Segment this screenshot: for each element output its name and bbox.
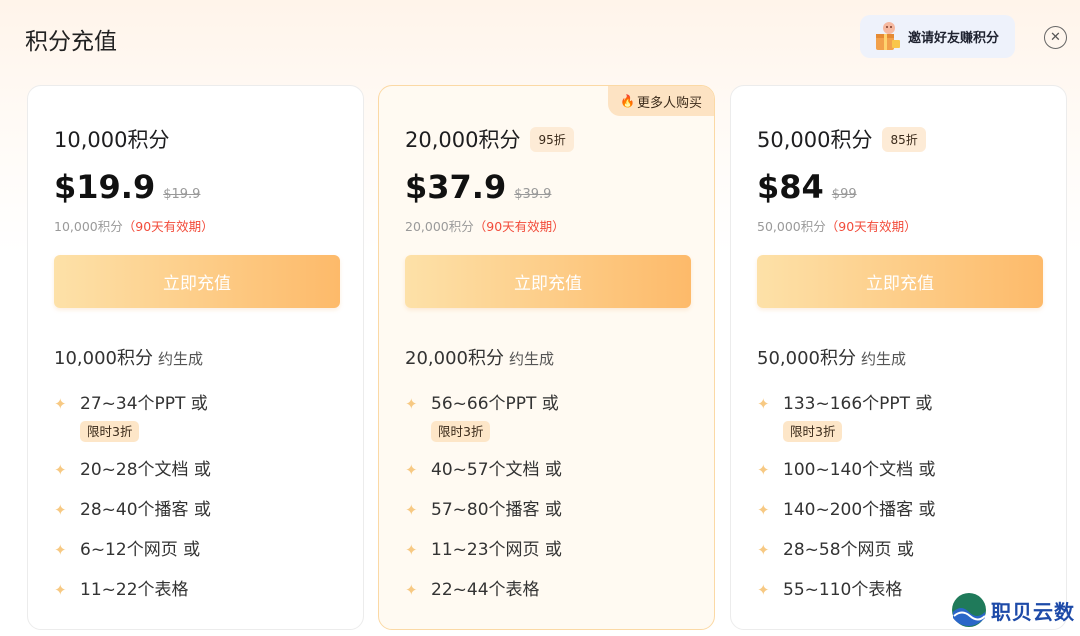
- sparkle-icon: ✦: [757, 395, 770, 413]
- plan-original-price: $19.9: [163, 187, 201, 202]
- sparkle-icon: ✦: [54, 395, 67, 413]
- list-item: ✦ 140~200个播客 或: [757, 500, 936, 520]
- list-item: ✦ 6~12个网页 或: [54, 540, 201, 560]
- recharge-button[interactable]: 立即充值: [757, 255, 1043, 308]
- plan-original-price: $39.9: [514, 187, 552, 202]
- sparkle-icon: ✦: [54, 541, 67, 559]
- popular-tag: 🔥 更多人购买: [608, 86, 714, 116]
- list-item: ✦ 28~40个播客 或: [54, 500, 211, 520]
- list-item: ✦ 57~80个播客 或: [405, 500, 562, 520]
- plan-validity: 10,000积分（90天有效期）: [54, 219, 214, 234]
- plan-card-10000: 10,000积分 $19.9 $19.9 10,000积分（90天有效期） 立即…: [27, 85, 364, 630]
- list-item: ✦ 22~44个表格: [405, 580, 540, 600]
- plan-price: $19.9: [54, 168, 156, 206]
- invite-friends-button[interactable]: 邀请好友赚积分: [860, 15, 1015, 58]
- plan-price: $37.9: [405, 168, 507, 206]
- page-title: 积分充值: [25, 29, 117, 55]
- sparkle-icon: ✦: [405, 541, 418, 559]
- limited-discount-badge: 限时3折: [80, 421, 140, 442]
- feature-list: ✦ 56~66个PPT 或 限时3折 ✦ 40~57个文档 或 ✦ 57~80个…: [405, 392, 695, 602]
- sparkle-icon: ✦: [405, 395, 418, 413]
- plan-price: $84: [757, 168, 824, 206]
- plan-points: 10,000积分: [54, 128, 170, 152]
- recharge-button[interactable]: 立即充值: [405, 255, 691, 308]
- sparkle-icon: ✦: [54, 461, 67, 479]
- plan-card-20000: 🔥 更多人购买 20,000积分 95折 $37.9 $39.9 20,000积…: [378, 85, 715, 630]
- sparkle-icon: ✦: [54, 501, 67, 519]
- list-item: ✦ 11~23个网页 或: [405, 540, 562, 560]
- close-button[interactable]: ✕: [1044, 26, 1067, 49]
- flame-icon: 🔥: [620, 94, 635, 108]
- sparkle-icon: ✦: [757, 581, 770, 599]
- plan-points: 50,000积分: [757, 128, 873, 152]
- sparkle-icon: ✦: [757, 501, 770, 519]
- plan-validity: 50,000积分（90天有效期）: [757, 219, 917, 234]
- list-item: ✦ 28~58个网页 或: [757, 540, 914, 560]
- list-item: ✦ 20~28个文档 或: [54, 460, 211, 480]
- plan-original-price: $99: [831, 187, 857, 202]
- sparkle-icon: ✦: [405, 581, 418, 599]
- generate-summary: 50,000积分 约生成: [757, 348, 906, 369]
- list-item: ✦ 11~22个表格: [54, 580, 189, 600]
- recharge-button[interactable]: 立即充值: [54, 255, 340, 308]
- list-item: ✦ 56~66个PPT 或 限时3折: [405, 392, 695, 458]
- list-item: ✦ 27~34个PPT 或 限时3折: [54, 392, 344, 458]
- close-icon: ✕: [1050, 30, 1061, 45]
- sparkle-icon: ✦: [54, 581, 67, 599]
- limited-discount-badge: 限时3折: [783, 421, 843, 442]
- discount-badge: 95折: [530, 126, 574, 152]
- watermark-logo: 职贝云数: [951, 592, 1075, 628]
- sparkle-icon: ✦: [405, 461, 418, 479]
- feature-list: ✦ 27~34个PPT 或 限时3折 ✦ 20~28个文档 或 ✦ 28~40个…: [54, 392, 344, 602]
- invite-label: 邀请好友赚积分: [908, 31, 1000, 46]
- plan-points: 20,000积分: [405, 128, 521, 152]
- list-item: ✦ 133~166个PPT 或 限时3折: [757, 392, 1047, 458]
- generate-summary: 10,000积分 约生成: [54, 348, 203, 369]
- generate-summary: 20,000积分 约生成: [405, 348, 554, 369]
- list-item: ✦ 40~57个文档 或: [405, 460, 562, 480]
- plan-card-50000: 50,000积分 85折 $84 $99 50,000积分（90天有效期） 立即…: [730, 85, 1067, 630]
- feature-list: ✦ 133~166个PPT 或 限时3折 ✦ 100~140个文档 或 ✦ 14…: [757, 392, 1047, 602]
- sparkle-icon: ✦: [405, 501, 418, 519]
- sparkle-icon: ✦: [757, 461, 770, 479]
- wave-logo-icon: [951, 592, 987, 628]
- gift-icon: [872, 20, 902, 54]
- watermark-text: 职贝云数: [991, 599, 1075, 624]
- list-item: ✦ 100~140个文档 或: [757, 460, 936, 480]
- limited-discount-badge: 限时3折: [431, 421, 491, 442]
- sparkle-icon: ✦: [757, 541, 770, 559]
- discount-badge: 85折: [882, 126, 926, 152]
- plan-validity: 20,000积分（90天有效期）: [405, 219, 565, 234]
